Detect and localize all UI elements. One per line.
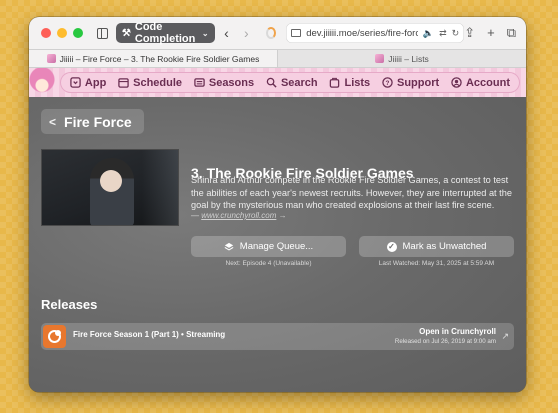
nav-label: App xyxy=(84,76,107,89)
search-icon xyxy=(266,77,277,88)
nav-app[interactable]: App xyxy=(70,77,106,89)
source-link[interactable]: — www.crunchyroll.com → xyxy=(191,211,287,220)
app-icon xyxy=(70,77,81,88)
loading-spinner-icon xyxy=(266,27,277,39)
series-title: Fire Force xyxy=(64,113,132,130)
minimize-window-button[interactable] xyxy=(57,28,67,38)
translate-icon[interactable]: ⇄ xyxy=(439,28,447,39)
next-episode-status: Next: Episode 4 (Unavailable) xyxy=(225,260,312,267)
release-row[interactable]: Fire Force Season 1 (Part 1) • Streaming… xyxy=(41,323,514,350)
calendar-icon xyxy=(118,78,129,88)
new-tab-icon[interactable]: + xyxy=(487,25,495,41)
releases-heading: Releases xyxy=(41,297,98,312)
svg-text:?: ? xyxy=(386,80,390,87)
chevron-left-icon: < xyxy=(49,114,57,129)
url-text: dev.jiiiii.moe/series/fire-force xyxy=(306,27,418,39)
account-icon xyxy=(451,77,462,88)
tab-group-button[interactable]: ⚒ Code Completion ⌄ xyxy=(115,21,215,45)
hammer-icon: ⚒ xyxy=(121,27,131,39)
page-icon xyxy=(291,29,302,37)
tab-bar: Jiiiii – Fire Force – 3. The Rookie Fire… xyxy=(29,49,526,68)
stack-icon xyxy=(224,242,234,251)
tab-title: Jiiiii – Lists xyxy=(388,53,429,64)
toolbar-right: ⇪ + ⧉ xyxy=(464,25,516,41)
site-nav: App Schedule Seasons Search Lists ? Supp… xyxy=(60,72,520,93)
mark-unwatched-button[interactable]: ✓ Mark as Unwatched xyxy=(359,236,514,257)
window-controls xyxy=(41,28,83,38)
nav-label: Lists xyxy=(344,76,371,89)
nav-search[interactable]: Search xyxy=(266,77,318,89)
nav-lists[interactable]: Lists xyxy=(329,77,370,89)
site-favicon-icon xyxy=(46,54,56,63)
forward-nav-button[interactable]: › xyxy=(240,25,252,41)
browser-window: ⚒ Code Completion ⌄ ‹ › dev.jiiiii.moe/s… xyxy=(29,17,526,392)
release-name: Fire Force Season 1 (Part 1) • Streaming xyxy=(73,330,226,339)
tab-group-label: Code Completion xyxy=(134,21,196,45)
seasons-icon xyxy=(194,78,205,87)
close-window-button[interactable] xyxy=(41,28,51,38)
mascot-logo[interactable] xyxy=(29,68,55,97)
chevron-down-icon: ⌄ xyxy=(201,28,209,38)
address-bar[interactable]: dev.jiiiii.moe/series/fire-force 🔈 ⇄ ↻ xyxy=(286,23,465,43)
back-to-series-button[interactable]: < Fire Force xyxy=(41,109,144,134)
back-nav-button[interactable]: ‹ xyxy=(221,25,233,41)
tab-lists[interactable]: Jiiiii – Lists xyxy=(277,50,526,67)
nav-label: Support xyxy=(396,76,440,89)
nav-seasons[interactable]: Seasons xyxy=(194,77,254,89)
external-link-icon: ↗ xyxy=(501,331,509,341)
site-favicon-icon xyxy=(375,54,385,63)
nav-label: Search xyxy=(280,76,318,89)
episode-thumbnail xyxy=(41,149,179,226)
site-header: App Schedule Seasons Search Lists ? Supp… xyxy=(29,68,526,97)
nav-support[interactable]: ? Support xyxy=(382,77,439,89)
release-date: Released on Jul 26, 2019 at 9:00 am xyxy=(394,338,496,345)
share-icon[interactable]: ⇪ xyxy=(464,25,475,41)
episode-description: Shinra and Arthur compete in the Rookie … xyxy=(191,175,512,210)
manage-queue-button[interactable]: Manage Queue... xyxy=(191,236,346,257)
browser-toolbar: ⚒ Code Completion ⌄ ‹ › dev.jiiiii.moe/s… xyxy=(29,17,526,49)
nav-label: Schedule xyxy=(133,76,183,89)
nav-label: Account xyxy=(465,76,510,89)
reload-icon[interactable]: ↻ xyxy=(452,28,460,39)
help-icon: ? xyxy=(382,77,393,88)
tab-fire-force[interactable]: Jiiiii – Fire Force – 3. The Rookie Fire… xyxy=(29,50,277,67)
zoom-window-button[interactable] xyxy=(73,28,83,38)
tab-overview-icon[interactable]: ⧉ xyxy=(507,25,516,41)
lists-icon xyxy=(330,77,340,88)
nav-account[interactable]: Account xyxy=(451,77,510,89)
last-watched-status: Last Watched: May 31, 2025 at 5:59 AM xyxy=(378,260,495,267)
nav-schedule[interactable]: Schedule xyxy=(118,77,182,89)
tab-title: Jiiiii – Fire Force – 3. The Rookie Fire… xyxy=(59,53,260,64)
audio-icon[interactable]: 🔈 xyxy=(423,28,434,39)
checkmark-icon: ✓ xyxy=(386,241,397,252)
nav-label: Seasons xyxy=(208,76,255,89)
crunchyroll-logo-icon xyxy=(43,325,66,348)
page-content: < Fire Force 3. The Rookie Fire Soldier … xyxy=(29,97,526,392)
sidebar-toggle-icon[interactable] xyxy=(97,27,108,39)
open-in-crunchyroll: Open in Crunchyroll xyxy=(419,327,496,336)
